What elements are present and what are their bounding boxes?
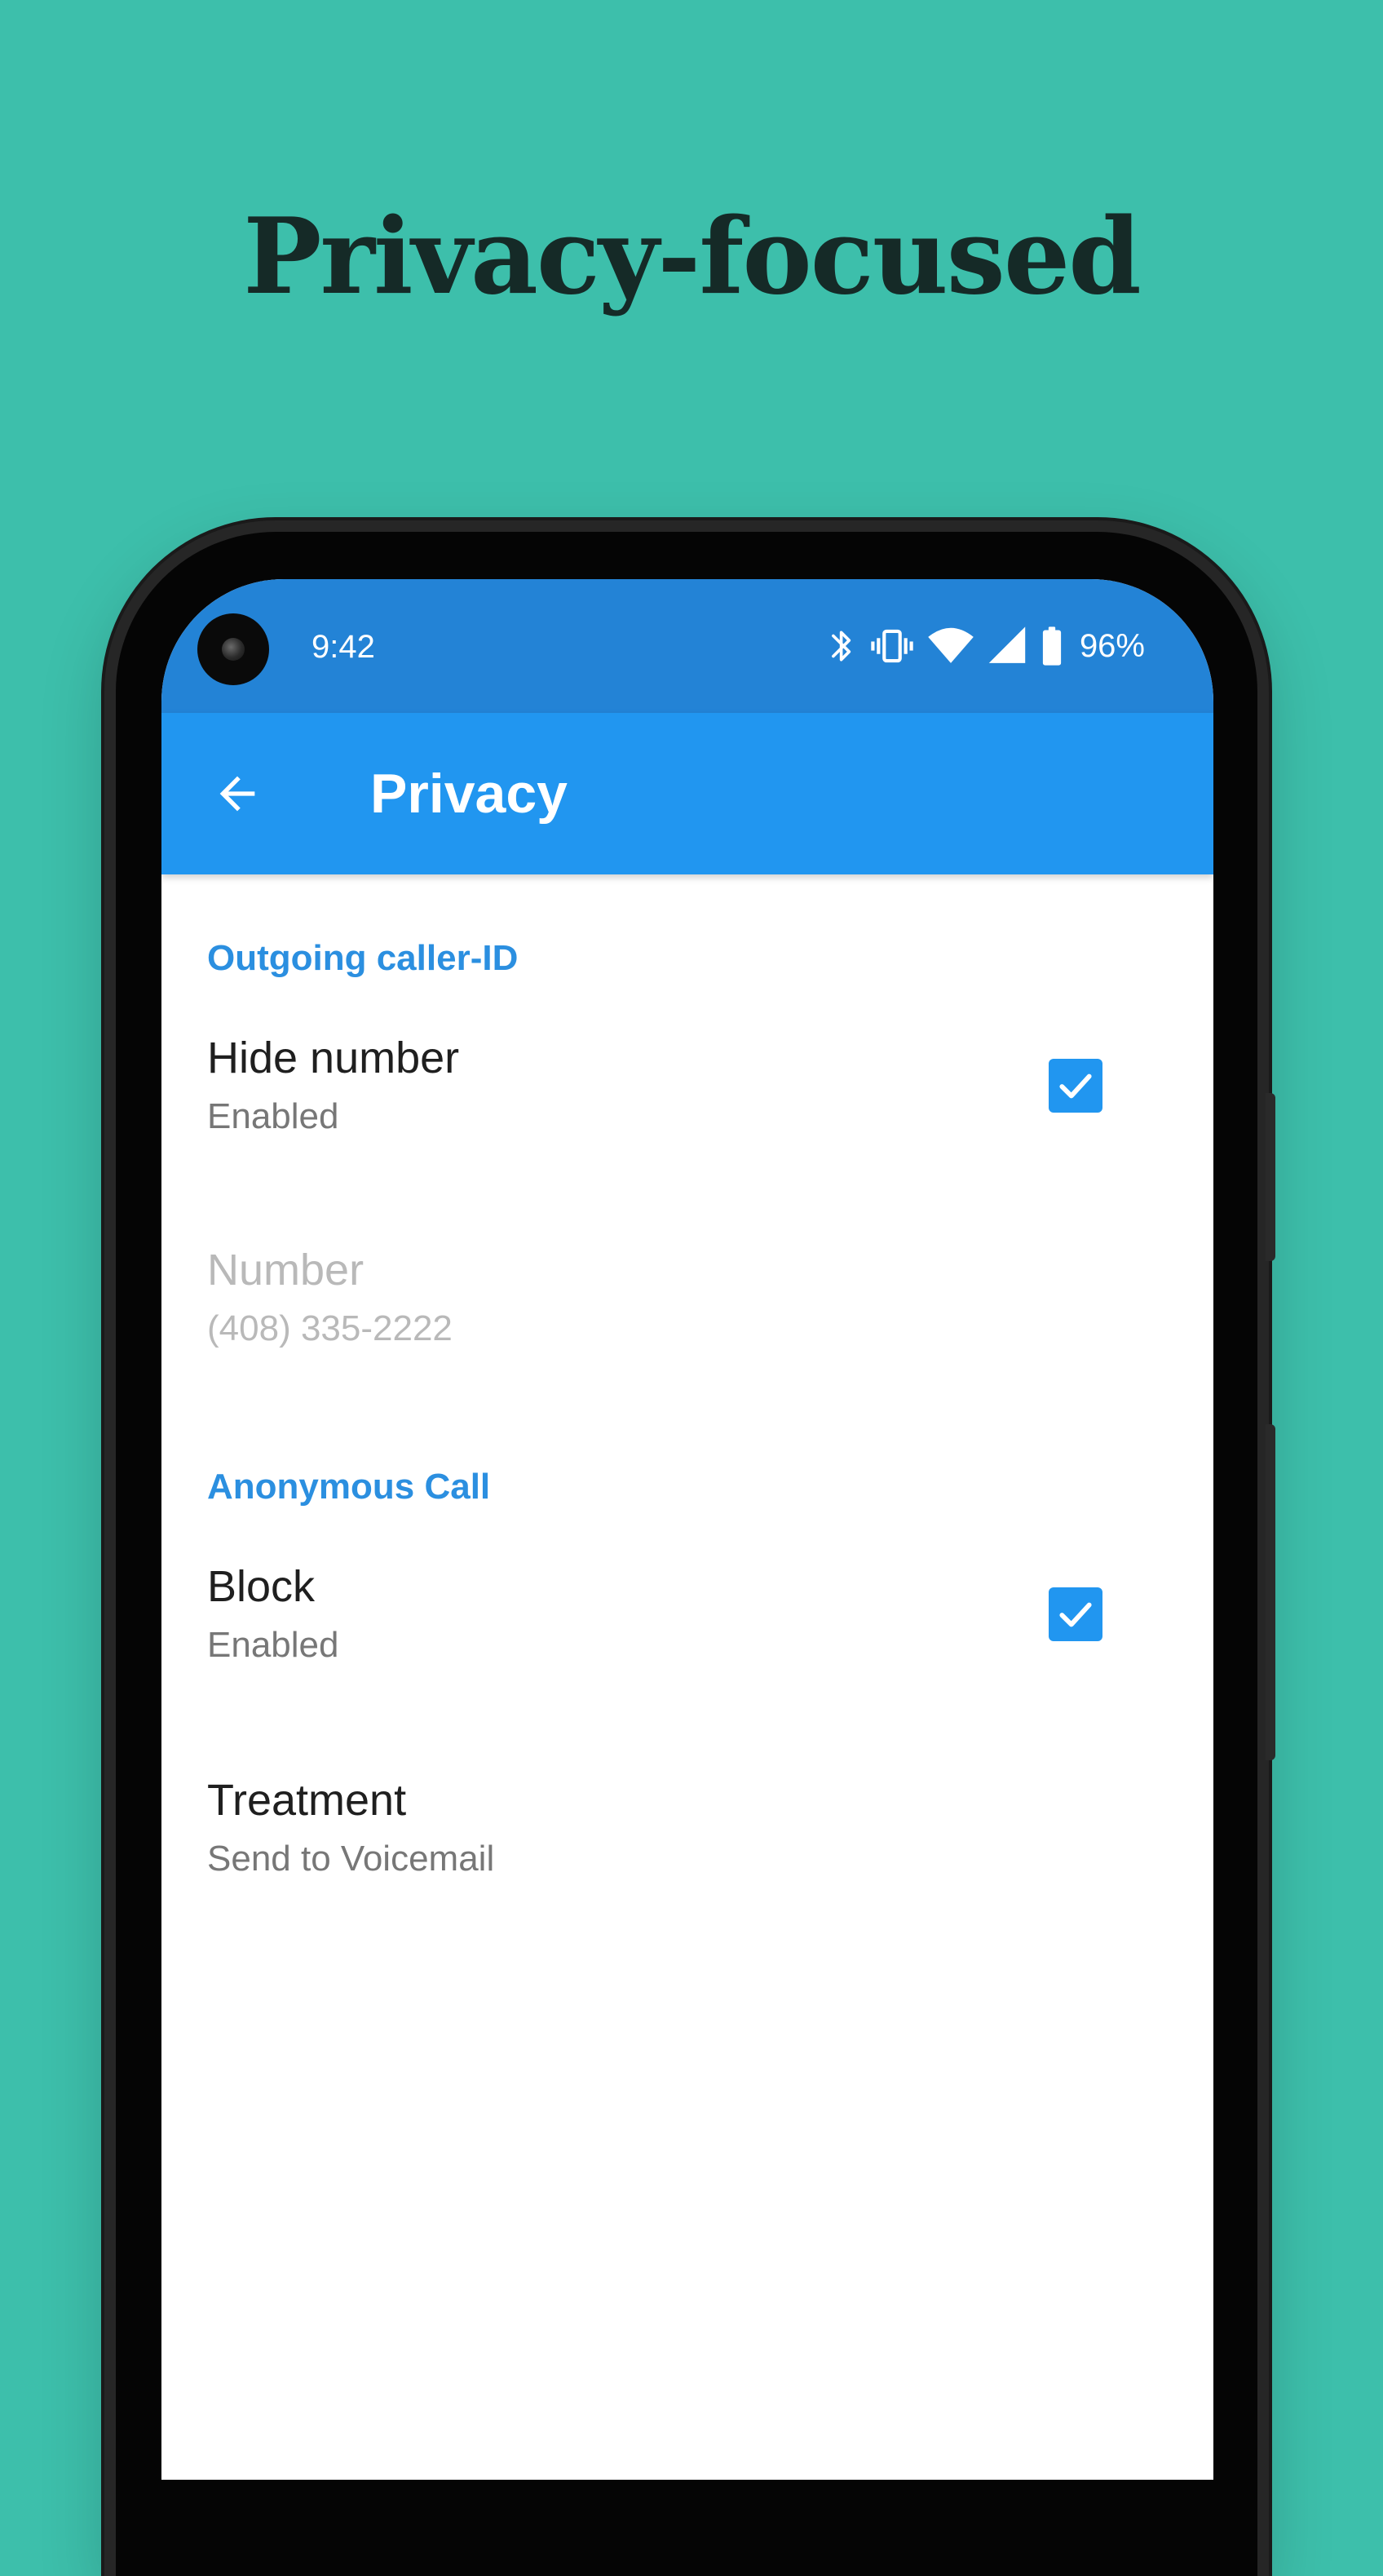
status-time: 9:42 xyxy=(312,629,375,665)
pref-title: Treatment xyxy=(207,1776,407,1825)
volume-button xyxy=(1266,1093,1275,1261)
signal-icon xyxy=(988,626,1026,663)
pref-summary: Send to Voicemail xyxy=(207,1839,495,1879)
pref-summary: Enabled xyxy=(207,1096,339,1136)
pref-title: Number xyxy=(207,1246,365,1295)
bluetooth-icon xyxy=(832,631,851,662)
section-header-anonymous-call: Anonymous Call xyxy=(207,1467,491,1507)
check-icon xyxy=(1059,1602,1092,1627)
pref-summary: Enabled xyxy=(207,1625,339,1665)
headline: Privacy-focused xyxy=(243,196,1142,318)
pref-title: Hide number xyxy=(207,1033,460,1082)
back-button[interactable] xyxy=(202,759,272,829)
wifi-icon xyxy=(928,627,974,663)
block-checkbox[interactable] xyxy=(1049,1587,1102,1641)
battery-percent: 96% xyxy=(1079,627,1145,664)
app-bar: Privacy xyxy=(161,713,1213,874)
hide-number-checkbox-box[interactable] xyxy=(1049,1059,1102,1113)
vibrate-icon xyxy=(871,629,913,663)
phone-screen: 9:42 96% Privacy Outgoing caller-ID Hide… xyxy=(161,579,1213,2480)
status-bar: 9:42 96% xyxy=(161,579,1213,713)
arrow-back-icon xyxy=(219,776,255,812)
pref-title: Block xyxy=(207,1562,316,1611)
camera-icon xyxy=(197,613,269,685)
app-title: Privacy xyxy=(370,763,568,825)
pref-summary: (408) 335-2222 xyxy=(207,1308,453,1348)
battery-icon xyxy=(1042,626,1062,666)
check-icon xyxy=(1059,1073,1092,1099)
section-header-outgoing-caller-id: Outgoing caller-ID xyxy=(207,938,519,978)
status-icons: 96% xyxy=(828,622,1145,671)
power-button xyxy=(1266,1424,1275,1760)
